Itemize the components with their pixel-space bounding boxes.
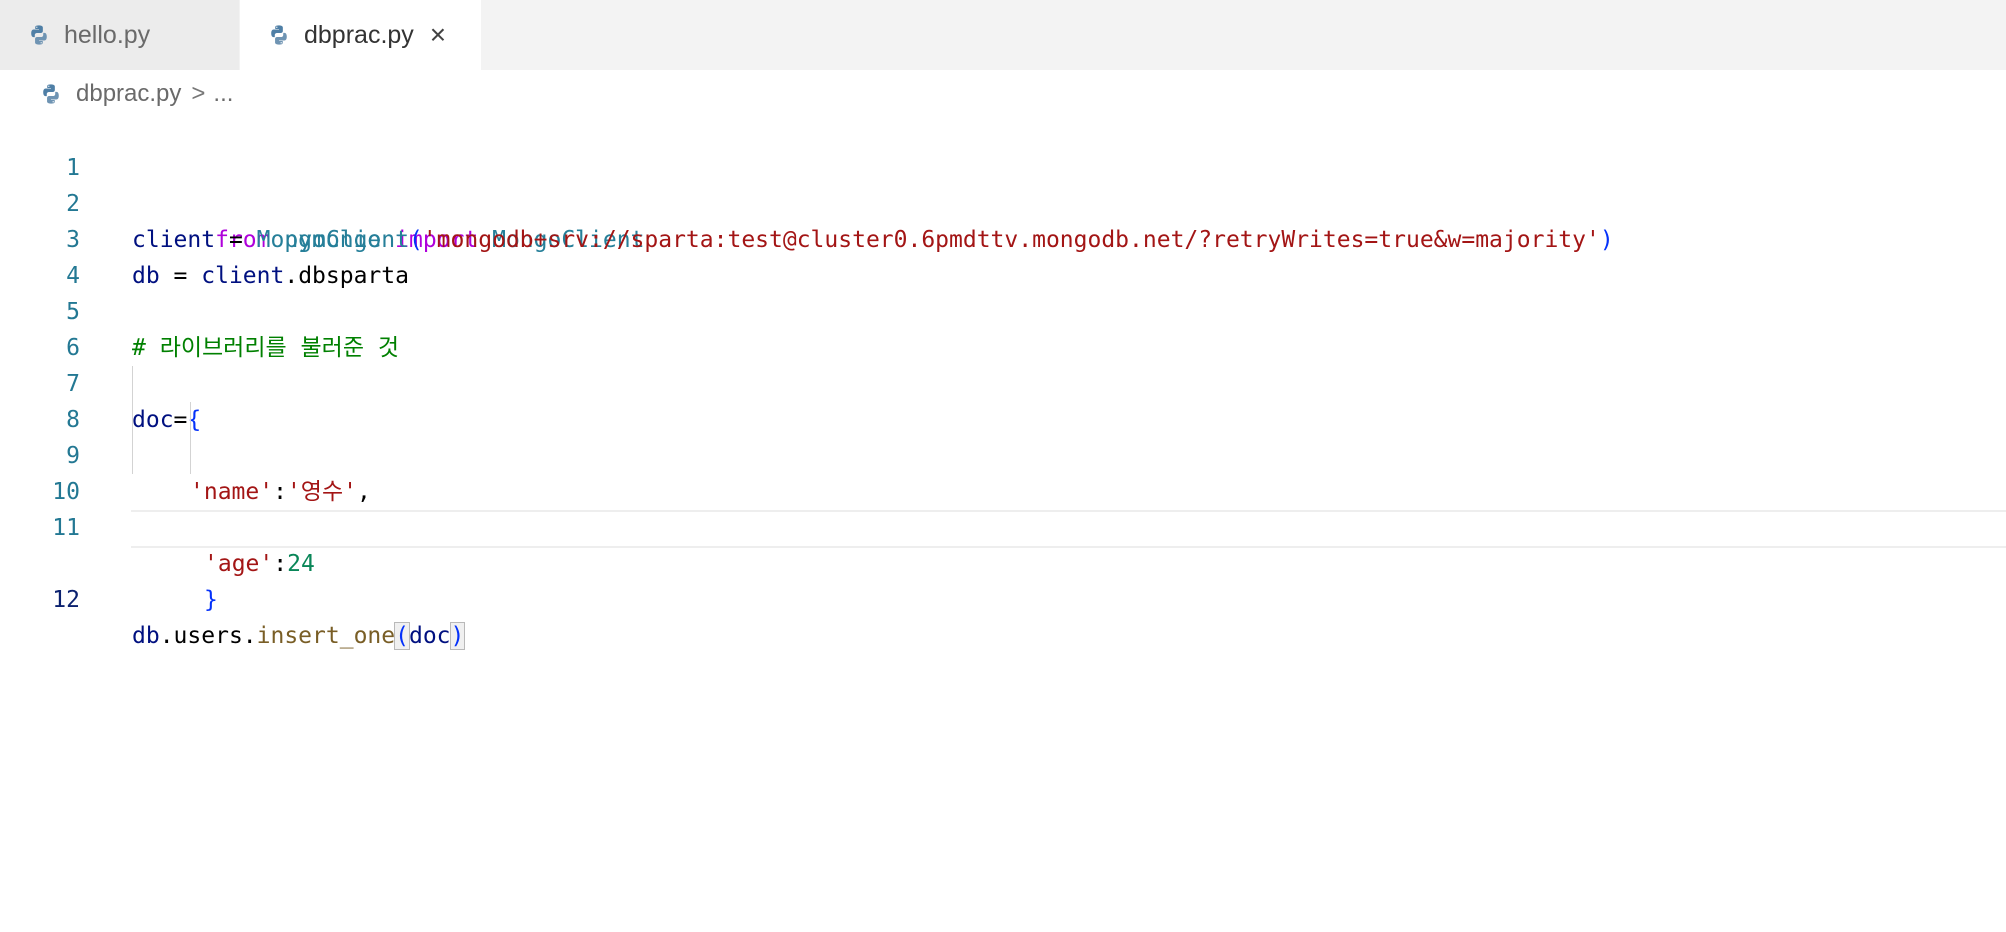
- tab-bar: hello.py dbprac.py ×: [0, 0, 2006, 70]
- tab-label: hello.py: [64, 20, 151, 49]
- code-line[interactable]: 9 'age':24: [0, 402, 2006, 577]
- indent-guide: [190, 438, 191, 474]
- code-line-current[interactable]: 12 db.users.insert_one(doc): [0, 510, 2006, 650]
- string-token: 'age': [204, 551, 274, 577]
- code-line[interactable]: 2 client = MongoClient('mongodb+srv://sp…: [0, 150, 2006, 253]
- number-token: 24: [287, 551, 315, 577]
- code-line[interactable]: 8 'name':'영수',: [0, 366, 2006, 505]
- attribute-token: .users.: [159, 623, 257, 649]
- python-icon: [31, 25, 47, 45]
- code-line[interactable]: 1 from pymongo import MongoClient: [0, 114, 2006, 253]
- python-icon: [271, 25, 287, 45]
- function-token: insert_one: [256, 623, 396, 649]
- code-line[interactable]: 11: [0, 474, 2006, 541]
- tab-dbprac-py[interactable]: dbprac.py ×: [240, 0, 482, 70]
- breadcrumb-rest[interactable]: ...: [213, 80, 233, 108]
- code-editor[interactable]: 1 from pymongo import MongoClient 2 clie…: [0, 114, 2006, 650]
- code-line[interactable]: 4: [0, 222, 2006, 289]
- close-icon[interactable]: ×: [430, 21, 446, 49]
- bracket-token: ): [449, 622, 466, 650]
- code-text: }: [204, 582, 218, 618]
- tab-hello-py[interactable]: hello.py: [0, 0, 240, 70]
- bracket-token: }: [204, 587, 218, 613]
- code-line[interactable]: 5 # 라이브러리를 불러준 것: [0, 258, 2006, 361]
- breadcrumb-file[interactable]: dbprac.py: [76, 80, 181, 108]
- current-line-highlight: [131, 510, 2006, 548]
- operator-token: :: [273, 551, 288, 577]
- indent-guide: [132, 402, 133, 438]
- code-line[interactable]: 7 doc={: [0, 330, 2006, 433]
- breadcrumb: dbprac.py > ...: [40, 76, 233, 112]
- code-text: db.users.insert_one(doc): [132, 618, 466, 654]
- line-number: 12: [52, 587, 80, 613]
- variable-token: doc: [408, 623, 451, 649]
- indent-guide: [132, 438, 133, 474]
- python-icon: [43, 84, 59, 104]
- variable-token: db: [132, 623, 160, 649]
- code-line[interactable]: 3 db = client.dbsparta: [0, 186, 2006, 289]
- code-line[interactable]: 10 }: [0, 438, 2006, 613]
- indent-guide: [132, 366, 133, 402]
- code-line[interactable]: 6: [0, 294, 2006, 361]
- indent-guide: [190, 402, 191, 438]
- tab-label: dbprac.py: [304, 20, 414, 49]
- code-text: 'age':24: [204, 546, 315, 582]
- chevron-right-icon: >: [191, 80, 206, 107]
- bracket-token: (: [394, 622, 410, 650]
